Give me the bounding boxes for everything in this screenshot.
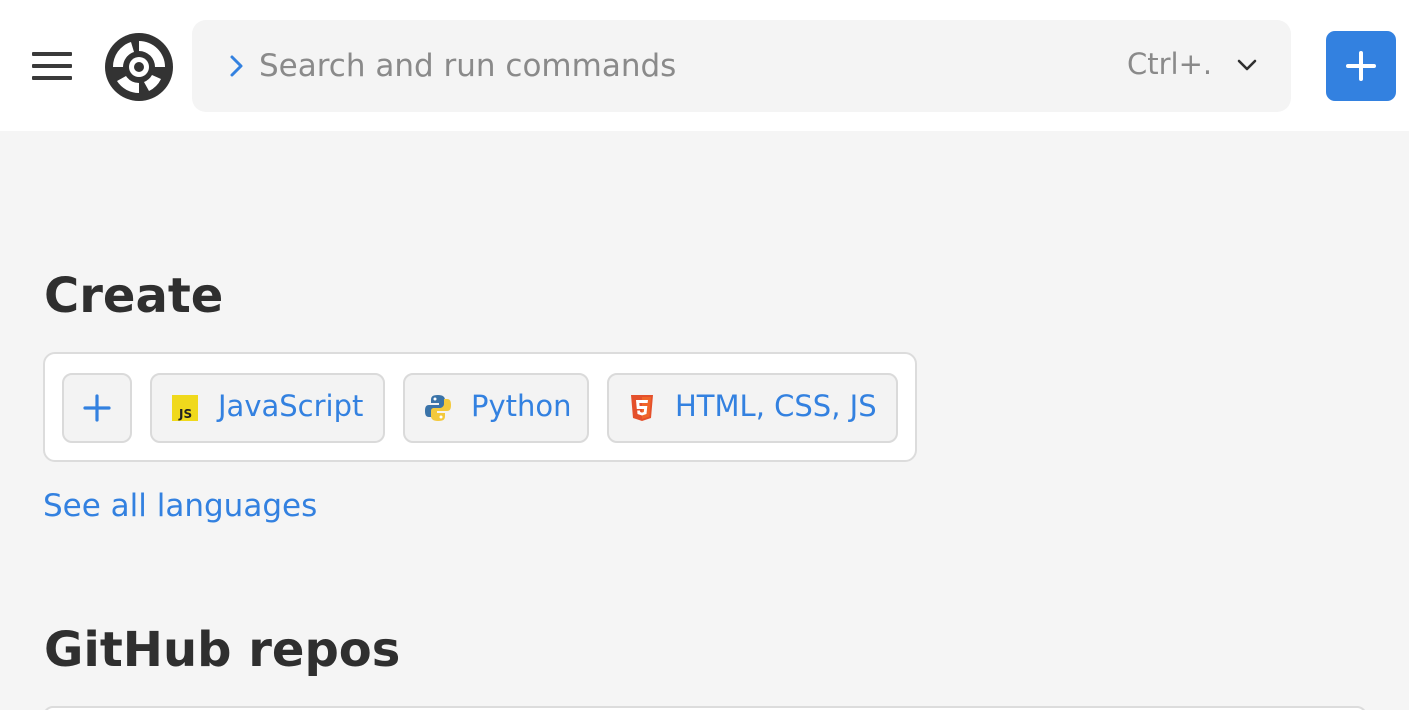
html5-icon [631,395,653,421]
keyboard-shortcut-hint: Ctrl+. [1127,47,1213,81]
create-section-title: Create [44,268,224,324]
see-all-languages-link[interactable]: See all languages [43,488,317,524]
svg-text:JS: JS [178,407,192,421]
python-icon [425,395,451,421]
chevron-right-icon [230,55,243,77]
replit-logo-icon[interactable] [103,31,175,103]
github-repos-section-title: GitHub repos [44,622,401,678]
language-label: JavaScript [218,389,364,423]
github-repos-card [43,706,1367,710]
language-chip-html-css-js[interactable]: HTML, CSS, JS [607,373,898,443]
plus-icon [1346,51,1376,81]
language-label: HTML, CSS, JS [675,389,877,423]
create-repl-button[interactable] [1326,31,1396,101]
command-search-bar[interactable]: Ctrl+. [192,20,1291,112]
top-bar: Ctrl+. [0,0,1409,131]
create-new-button[interactable] [62,373,132,443]
javascript-icon: JS [172,395,198,421]
language-label: Python [471,389,572,423]
chevron-down-icon[interactable] [1232,50,1262,80]
search-input[interactable] [259,42,1079,90]
language-chip-javascript[interactable]: JS JavaScript [150,373,385,443]
hamburger-menu-icon[interactable] [30,50,74,84]
plus-icon [83,394,111,422]
language-chip-python[interactable]: Python [403,373,589,443]
create-language-card: JS JavaScript Python HTML, CSS, JS [43,352,917,462]
